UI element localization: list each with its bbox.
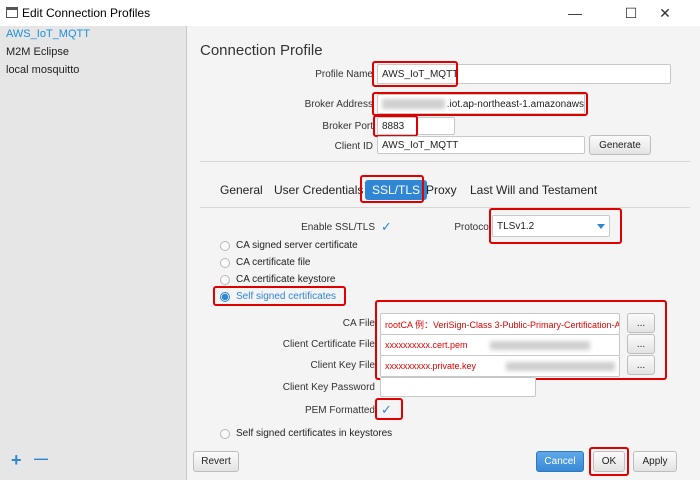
close-button[interactable]: ✕ [650,2,680,24]
client-key-password-label: Client Key Password [282,382,375,393]
remove-profile-button[interactable]: — [34,450,48,466]
radio-ca-certificate-file[interactable] [220,258,230,268]
ca-signed-server-label: CA signed server certificate [236,240,358,251]
highlight-profile-name [372,61,458,87]
highlight-certificate-files [375,300,667,380]
tab-user-credentials[interactable]: User Credentials [274,183,363,197]
tab-proxy[interactable]: Proxy [426,183,457,197]
client-key-label: Client Key File [310,360,375,371]
profile-editor: Connection Profile Profile Name AWS_IoT_… [187,26,700,480]
tab-last-will[interactable]: Last Will and Testament [470,183,597,197]
minimize-button[interactable]: — [560,2,590,24]
minus-icon: — [34,450,48,466]
protocol-label: Protocol [454,222,491,233]
highlight-broker-port [373,115,418,137]
minimize-icon: — [568,5,582,21]
title-bar: Edit Connection Profiles — ☐ ✕ [0,0,700,27]
sidebar-item-local-mosquitto[interactable]: local mosquitto [6,64,79,76]
apply-button[interactable]: Apply [633,451,677,472]
ca-certificate-file-label: CA certificate file [236,257,311,268]
enable-ssl-checkbox[interactable]: ✓ [381,219,392,235]
radio-self-signed-keystores[interactable] [220,429,230,439]
ca-file-label: CA File [342,318,375,329]
self-signed-keystores-label: Self signed certificates in keystores [236,428,393,439]
broker-address-label: Broker Address [304,99,373,110]
radio-ca-signed-server[interactable] [220,241,230,251]
profile-list-sidebar: AWS_IoT_MQTT M2M Eclipse local mosquitto… [0,26,187,480]
add-profile-button[interactable]: + [11,450,22,471]
client-cert-label: Client Certificate File [282,339,375,350]
highlight-self-signed [213,286,346,306]
pem-formatted-label: PEM Formatted [304,405,375,416]
ca-certificate-keystore-label: CA certificate keystore [236,274,336,285]
highlight-pem [375,398,403,420]
client-id-label: Client ID [334,141,373,152]
divider [200,161,690,162]
highlight-ssl-tab [360,175,424,203]
radio-ca-certificate-keystore[interactable] [220,275,230,285]
window-title: Edit Connection Profiles [22,6,151,20]
highlight-protocol [489,208,622,244]
revert-button[interactable]: Revert [193,451,239,472]
cancel-button[interactable]: Cancel [536,451,584,472]
sidebar-item-aws-iot-mqtt[interactable]: AWS_IoT_MQTT [6,28,90,40]
profile-name-label: Profile Name [315,69,373,80]
app-icon [6,7,18,18]
maximize-button[interactable]: ☐ [616,2,646,24]
client-id-input[interactable]: AWS_IoT_MQTT [377,136,585,154]
plus-icon: + [11,450,22,470]
highlight-broker-address [372,92,588,116]
broker-port-label: Broker Port [322,121,373,132]
client-key-password-input[interactable] [380,377,536,397]
maximize-icon: ☐ [624,4,638,21]
close-icon: ✕ [659,4,671,21]
generate-button[interactable]: Generate [589,135,651,155]
sidebar-item-m2m-eclipse[interactable]: M2M Eclipse [6,46,69,58]
highlight-ok [589,447,629,476]
page-title: Connection Profile [200,42,323,59]
enable-ssl-label: Enable SSL/TLS [301,222,375,233]
tab-general[interactable]: General [220,183,263,197]
